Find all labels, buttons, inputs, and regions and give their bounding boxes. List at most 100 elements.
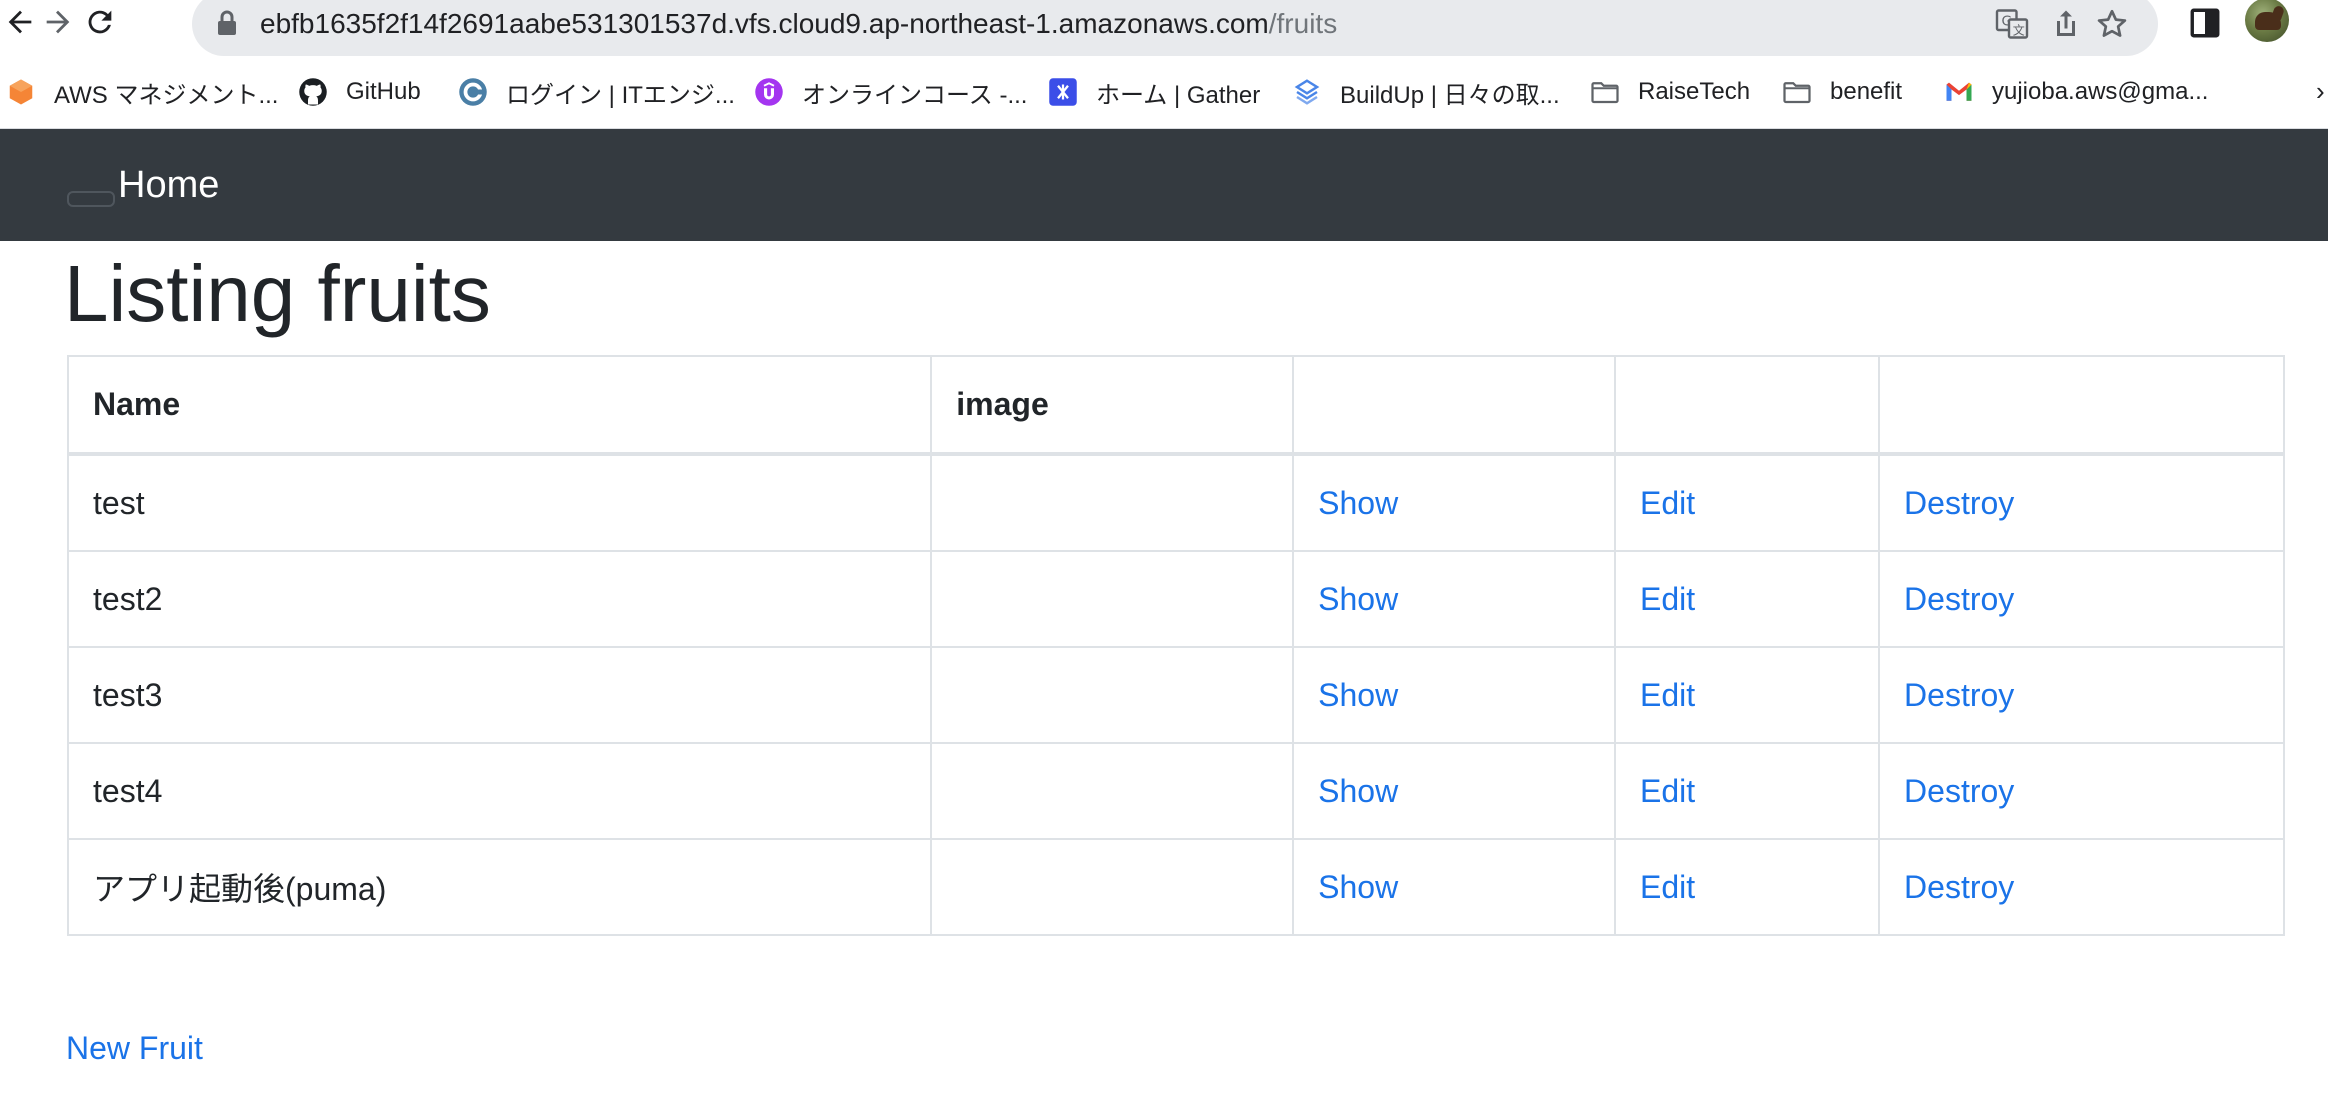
- url-path: /fruits: [1268, 8, 1338, 39]
- login-site-icon: [458, 77, 488, 107]
- avatar-horse-head-shape: [2270, 4, 2286, 22]
- edit-link[interactable]: Edit: [1640, 485, 1695, 521]
- edit-link[interactable]: Edit: [1640, 581, 1695, 617]
- bookmark-label: GitHub: [346, 78, 421, 105]
- lock-icon[interactable]: [216, 10, 238, 36]
- show-cell: Show: [1292, 453, 1617, 552]
- folder-icon: [1590, 77, 1620, 107]
- url-host: ebfb1635f2f14f2691aabe531301537d.vfs.clo…: [260, 8, 1269, 39]
- page-title: Listing fruits: [64, 249, 491, 338]
- buildup-icon: [1292, 77, 1322, 107]
- edit-cell: Edit: [1614, 550, 1881, 648]
- address-bar[interactable]: ebfb1635f2f14f2691aabe531301537d.vfs.clo…: [192, 0, 2158, 56]
- new-fruit-link[interactable]: New Fruit: [66, 1028, 203, 1068]
- show-link[interactable]: Show: [1318, 485, 1398, 521]
- destroy-cell: Destroy: [1878, 550, 2285, 648]
- destroy-link[interactable]: Destroy: [1904, 869, 2014, 905]
- column-header-name: Name: [66, 355, 933, 456]
- fruit-image-cell: [930, 838, 1295, 936]
- fruit-name-cell: test: [66, 453, 933, 552]
- fruit-image-cell: [930, 550, 1295, 648]
- fruit-name-cell: test2: [66, 550, 933, 648]
- reload-icon[interactable]: [80, 0, 120, 44]
- bookmark-label: BuildUp | 日々の取...: [1340, 81, 1560, 109]
- edit-cell: Edit: [1614, 453, 1881, 552]
- destroy-cell: Destroy: [1878, 646, 2285, 744]
- navbar-brand-link[interactable]: Home: [118, 163, 219, 207]
- column-header-edit: [1614, 355, 1881, 456]
- bookmarks-bar: AWS マネジメント... GitHub ログイン | ITエンジ... オンラ…: [0, 72, 2328, 112]
- table-row: test Show Edit Destroy: [66, 453, 2285, 552]
- share-icon[interactable]: [2048, 6, 2084, 42]
- fruit-image-cell: [930, 646, 1295, 744]
- destroy-link[interactable]: Destroy: [1904, 485, 2014, 521]
- destroy-cell: Destroy: [1878, 742, 2285, 840]
- bookmark-buildup[interactable]: BuildUp | 日々の取...: [1292, 72, 1560, 112]
- bookmark-label: benefit: [1830, 78, 1903, 105]
- bookmark-label: RaiseTech: [1638, 78, 1751, 105]
- destroy-link[interactable]: Destroy: [1904, 677, 2014, 713]
- star-icon[interactable]: [2094, 6, 2130, 42]
- fruit-image-cell: [930, 453, 1295, 552]
- table-row: アプリ起動後(puma) Show Edit Destroy: [66, 838, 2285, 936]
- show-cell: Show: [1292, 742, 1617, 840]
- translate-icon[interactable]: G文: [1994, 6, 2030, 42]
- show-cell: Show: [1292, 838, 1617, 936]
- edit-cell: Edit: [1614, 742, 1881, 840]
- avatar[interactable]: [2245, 0, 2289, 42]
- table-row: test3 Show Edit Destroy: [66, 646, 2285, 744]
- bookmark-label: yujioba.aws@gma...: [1992, 78, 2209, 105]
- fruit-name-cell: アプリ起動後(puma): [66, 838, 933, 936]
- bookmark-login-site[interactable]: ログイン | ITエンジ...: [458, 72, 735, 112]
- folder-icon: [1782, 77, 1812, 107]
- destroy-link[interactable]: Destroy: [1904, 773, 2014, 809]
- fruit-name-cell: test4: [66, 742, 933, 840]
- bookmark-label: AWS マネジメント...: [54, 81, 279, 109]
- column-header-show: [1292, 355, 1617, 456]
- bookmark-label: ログイン | ITエンジ...: [506, 81, 735, 109]
- bookmark-aws[interactable]: AWS マネジメント...: [6, 72, 278, 112]
- browser-toolbar: ebfb1635f2f14f2691aabe531301537d.vfs.clo…: [0, 0, 2328, 56]
- side-panel-icon[interactable]: [2188, 6, 2222, 40]
- edit-link[interactable]: Edit: [1640, 869, 1695, 905]
- bookmark-gmail[interactable]: yujioba.aws@gma...: [1944, 72, 2208, 112]
- bookmark-benefit[interactable]: benefit: [1782, 72, 1902, 112]
- destroy-link[interactable]: Destroy: [1904, 581, 2014, 617]
- navbar-toggler-button[interactable]: [67, 191, 115, 207]
- table-header-row: Name image: [66, 355, 2285, 456]
- edit-cell: Edit: [1614, 646, 1881, 744]
- bookmark-github[interactable]: GitHub: [298, 72, 421, 112]
- gmail-icon: [1944, 77, 1974, 107]
- svg-text:文: 文: [2013, 23, 2025, 38]
- edit-link[interactable]: Edit: [1640, 773, 1695, 809]
- show-cell: Show: [1292, 550, 1617, 648]
- bookmark-label: ホーム | Gather: [1096, 81, 1261, 109]
- table-row: test4 Show Edit Destroy: [66, 742, 2285, 840]
- destroy-cell: Destroy: [1878, 453, 2285, 552]
- back-icon[interactable]: [0, 0, 40, 44]
- url-text[interactable]: ebfb1635f2f14f2691aabe531301537d.vfs.clo…: [260, 6, 1337, 42]
- column-header-image: image: [930, 355, 1295, 456]
- edit-link[interactable]: Edit: [1640, 677, 1695, 713]
- show-cell: Show: [1292, 646, 1617, 744]
- app-navbar: Home: [0, 129, 2328, 241]
- column-header-destroy: [1878, 355, 2285, 456]
- udemy-icon: [754, 77, 784, 107]
- destroy-cell: Destroy: [1878, 838, 2285, 936]
- gather-icon: [1048, 77, 1078, 107]
- fruit-name-cell: test3: [66, 646, 933, 744]
- table-row: test2 Show Edit Destroy: [66, 550, 2285, 648]
- show-link[interactable]: Show: [1318, 677, 1398, 713]
- github-icon: [298, 77, 328, 107]
- show-link[interactable]: Show: [1318, 581, 1398, 617]
- bookmark-label: オンラインコース -...: [802, 81, 1028, 109]
- bookmark-gather[interactable]: ホーム | Gather: [1048, 72, 1260, 112]
- bookmark-raisetech[interactable]: RaiseTech: [1590, 72, 1750, 112]
- fruit-image-cell: [930, 742, 1295, 840]
- show-link[interactable]: Show: [1318, 773, 1398, 809]
- forward-icon[interactable]: [38, 0, 78, 44]
- bookmarks-overflow-icon[interactable]: ›: [2316, 76, 2325, 107]
- edit-cell: Edit: [1614, 838, 1881, 936]
- bookmark-udemy[interactable]: オンラインコース -...: [754, 72, 1027, 112]
- show-link[interactable]: Show: [1318, 869, 1398, 905]
